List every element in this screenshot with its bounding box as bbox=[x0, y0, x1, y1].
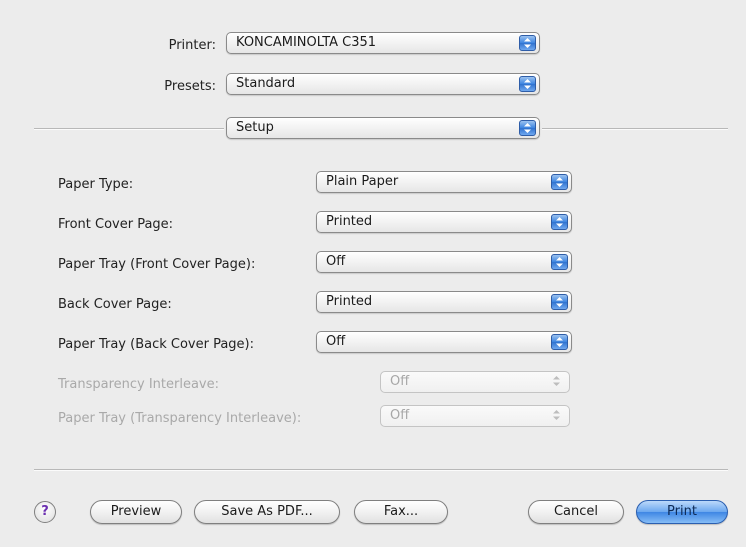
separator-right bbox=[542, 128, 728, 130]
presets-value: Standard bbox=[236, 76, 296, 91]
popup-arrows-icon bbox=[519, 76, 536, 92]
popup-arrows-icon bbox=[551, 214, 568, 230]
setting-value: Printed bbox=[326, 294, 373, 309]
help-button[interactable]: ? bbox=[34, 501, 56, 523]
printer-popup[interactable]: KONCAMINOLTA C351 bbox=[226, 32, 540, 54]
setting-label-tray-transparency: Paper Tray (Transparency Interleave): bbox=[58, 411, 302, 426]
popup-arrows-icon bbox=[549, 374, 566, 390]
setting-popup-transparency: Off bbox=[380, 371, 570, 393]
setting-value: Off bbox=[390, 408, 410, 423]
setting-popup-back-cover[interactable]: Printed bbox=[316, 291, 572, 313]
setting-label-tray-back: Paper Tray (Back Cover Page): bbox=[58, 337, 255, 352]
cancel-button[interactable]: Cancel bbox=[528, 500, 624, 524]
popup-arrows-icon bbox=[549, 408, 566, 424]
setting-value: Off bbox=[326, 254, 346, 269]
setting-label-tray-front: Paper Tray (Front Cover Page): bbox=[58, 257, 256, 272]
setting-value: Plain Paper bbox=[326, 174, 399, 189]
separator-bottom bbox=[34, 469, 728, 471]
popup-arrows-icon bbox=[551, 254, 568, 270]
preview-button[interactable]: Preview bbox=[90, 500, 182, 524]
setting-popup-tray-back[interactable]: Off bbox=[316, 331, 572, 353]
setting-popup-paper-type[interactable]: Plain Paper bbox=[316, 171, 572, 193]
save-as-pdf-button[interactable]: Save As PDF... bbox=[194, 500, 340, 524]
presets-popup[interactable]: Standard bbox=[226, 73, 540, 95]
setting-popup-tray-front[interactable]: Off bbox=[316, 251, 572, 273]
popup-arrows-icon bbox=[519, 35, 536, 51]
popup-arrows-icon bbox=[551, 174, 568, 190]
setting-label-paper-type: Paper Type: bbox=[58, 177, 134, 192]
popup-arrows-icon bbox=[551, 334, 568, 350]
fax-button[interactable]: Fax... bbox=[354, 500, 448, 524]
printer-label: Printer: bbox=[168, 38, 216, 53]
setting-label-transparency: Transparency Interleave: bbox=[58, 377, 220, 392]
panel-popup[interactable]: Setup bbox=[226, 117, 540, 139]
setting-popup-tray-transparency: Off bbox=[380, 405, 570, 427]
panel-value: Setup bbox=[236, 120, 274, 135]
setting-value: Printed bbox=[326, 214, 373, 229]
print-button[interactable]: Print bbox=[636, 500, 728, 524]
setting-label-back-cover: Back Cover Page: bbox=[58, 297, 172, 312]
setting-popup-front-cover[interactable]: Printed bbox=[316, 211, 572, 233]
setting-label-front-cover: Front Cover Page: bbox=[58, 217, 174, 232]
separator-left bbox=[34, 128, 224, 130]
presets-label: Presets: bbox=[164, 79, 216, 94]
setting-value: Off bbox=[390, 374, 410, 389]
popup-arrows-icon bbox=[519, 120, 536, 136]
popup-arrows-icon bbox=[551, 294, 568, 310]
printer-value: KONCAMINOLTA C351 bbox=[236, 35, 377, 50]
setting-value: Off bbox=[326, 334, 346, 349]
